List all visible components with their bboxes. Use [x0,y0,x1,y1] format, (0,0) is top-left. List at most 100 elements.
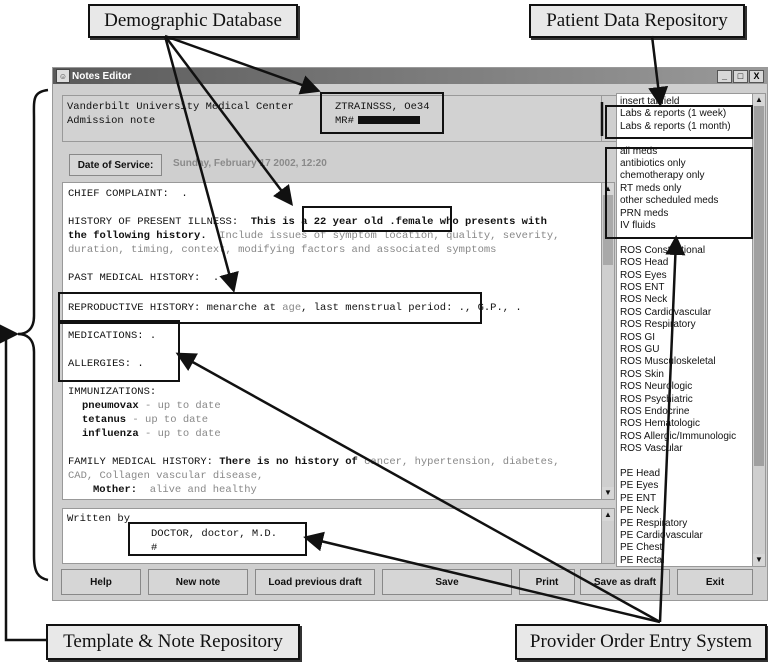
immunization-name: pneumovax [82,400,139,412]
provider-number: # [151,542,158,554]
family-history-mother: Mother: alive and healthy [93,483,257,497]
list-item[interactable]: ROS GI [620,332,655,343]
signature-scrollbar[interactable]: ▲ [601,508,615,564]
save-button[interactable]: Save [382,569,512,595]
list-item[interactable]: PE Rectal [620,555,664,566]
list-item[interactable]: antibiotics only [620,158,686,169]
help-button[interactable]: Help [61,569,141,595]
notes-editor-window: ☺ Notes Editor _ □ X Vanderbilt Universi… [52,67,768,601]
chief-complaint-line: CHIEF COMPLAINT: . [68,187,188,201]
list-item[interactable]: PE Neck [620,505,659,516]
reproductive-placeholder: age [282,302,302,314]
list-item[interactable]: Labs & reports (1 week) [620,108,726,119]
list-item[interactable]: PE Chest [620,542,662,553]
reproductive-history-line: REPRODUCTIVE HISTORY: menarche at age, l… [68,301,522,315]
family-history-hint-1: cancer, hypertension, diabetes, [357,456,560,468]
print-button[interactable]: Print [519,569,575,595]
hpi-text-2: the following history. [68,230,207,242]
medications-line: MEDICATIONS: . [68,329,156,343]
scroll-up-arrow[interactable]: ▲ [602,183,614,195]
immunizations-label: IMMUNIZATIONS: [68,386,157,398]
hpi-line-1: HISTORY OF PRESENT ILLNESS: This is a 22… [68,215,547,229]
date-of-service-button[interactable]: Date of Service: [69,154,162,176]
allergies-label: ALLERGIES: [68,358,132,370]
scroll-down-arrow[interactable]: ▼ [602,487,614,499]
list-item[interactable]: ROS Constitutional [620,245,705,256]
exit-button[interactable]: Exit [677,569,753,595]
list-item[interactable]: ROS GU [620,344,659,355]
list-item[interactable]: ROS Cardiovascular [620,307,711,318]
list-item[interactable]: ROS Vascular [620,443,683,454]
list-item[interactable]: ROS Musculoskeletal [620,356,716,367]
maximize-button[interactable]: □ [733,70,748,83]
list-item[interactable]: insert tabfield [620,96,679,107]
pmh-label: PAST MEDICAL HISTORY: [68,272,201,284]
date-of-service-value: Sunday, February 17 2002, 12:20 [173,158,327,169]
scroll-down-arrow[interactable]: ▼ [753,554,765,566]
immunization-item: influenza - up to date [82,427,221,441]
list-item[interactable]: ROS Head [620,257,668,268]
list-item[interactable]: ROS Neurologic [620,381,692,392]
medications-label: MEDICATIONS: [68,330,144,342]
mother-label: Mother: [93,484,138,496]
allergies-value: . [131,358,144,370]
list-item[interactable]: PE Respiratory [620,518,687,529]
list-item[interactable]: ROS ENT [620,282,664,293]
list-item[interactable]: Labs & reports (1 month) [620,121,731,132]
list-scrollbar[interactable]: ▲ ▼ [752,93,766,567]
medications-value: . [143,330,157,342]
chief-complaint-value: . [168,188,188,200]
immunization-status: - up to date [138,428,221,440]
pmh-value: . [200,272,220,284]
new-note-button[interactable]: New note [148,569,248,595]
list-item[interactable]: ROS Eyes [620,270,667,281]
hpi-label: HISTORY OF PRESENT ILLNESS: [68,216,239,228]
hpi-line-2: the following history. Include issues of… [68,229,559,243]
callout-demographic-database: Demographic Database [88,4,298,38]
header-scrollbar[interactable] [601,95,617,142]
medical-record-number: MR# [335,115,420,127]
list-item[interactable]: PE ENT [620,493,656,504]
note-editor[interactable]: CHIEF COMPLAINT: . HISTORY OF PRESENT IL… [62,182,602,500]
callout-provider-order-entry: Provider Order Entry System [515,624,767,660]
hpi-text-1: This is a 22 year old .female who presen… [238,216,547,228]
scroll-thumb[interactable] [754,106,764,466]
family-history-text: There is no history of [212,456,358,468]
signature-area[interactable]: Written by DOCTOR, doctor, M.D. # [62,508,602,564]
list-item[interactable]: ROS Psychiatric [620,394,693,405]
list-item[interactable]: RT meds only [620,183,681,194]
arrow-template-to-bracket [0,324,46,642]
list-item[interactable]: PE Head [620,468,660,479]
list-item[interactable]: ROS Allergic/Immunologic [620,431,736,442]
reproductive-label: REPRODUCTIVE HISTORY: [68,302,201,314]
list-item[interactable]: ROS Endocrine [620,406,689,417]
close-button[interactable]: X [749,70,764,83]
editor-scrollbar[interactable]: ▲ ▼ [601,182,615,500]
list-item[interactable]: ROS Neck [620,294,667,305]
list-item[interactable]: ROS Hematologic [620,418,700,429]
insert-tabfield-list[interactable]: insert tabfield Labs & reports (1 week) La… [616,93,753,567]
mr-label: MR# [335,115,354,127]
written-by-label: Written by [67,513,131,525]
provider-name: DOCTOR, doctor, M.D. [151,528,278,540]
mother-value: alive and healthy [137,484,257,496]
save-as-draft-button[interactable]: Save as draft [580,569,670,595]
list-item[interactable]: ROS Skin [620,369,664,380]
list-item[interactable]: ROS Respiratory [620,319,696,330]
list-item[interactable]: PRN meds [620,208,668,219]
list-item[interactable]: IV fluids [620,220,656,231]
scroll-up-arrow[interactable]: ▲ [753,94,765,106]
callout-template-note-repository: Template & Note Repository [46,624,300,660]
title-bar[interactable]: ☺ Notes Editor _ □ X [53,68,767,84]
list-item[interactable]: all meds [620,146,657,157]
scroll-up-arrow[interactable]: ▲ [602,509,614,521]
scroll-thumb[interactable] [603,195,613,265]
list-item[interactable]: PE Eyes [620,480,658,491]
list-item[interactable]: chemotherapy only [620,170,705,181]
minimize-button[interactable]: _ [717,70,732,83]
list-item[interactable]: other scheduled meds [620,195,718,206]
immunization-status: - up to date [126,414,209,426]
patient-name: ZTRAINSSS, Oe34 [335,101,430,113]
list-item[interactable]: PE Cardiovascular [620,530,703,541]
load-previous-draft-button[interactable]: Load previous draft [255,569,375,595]
